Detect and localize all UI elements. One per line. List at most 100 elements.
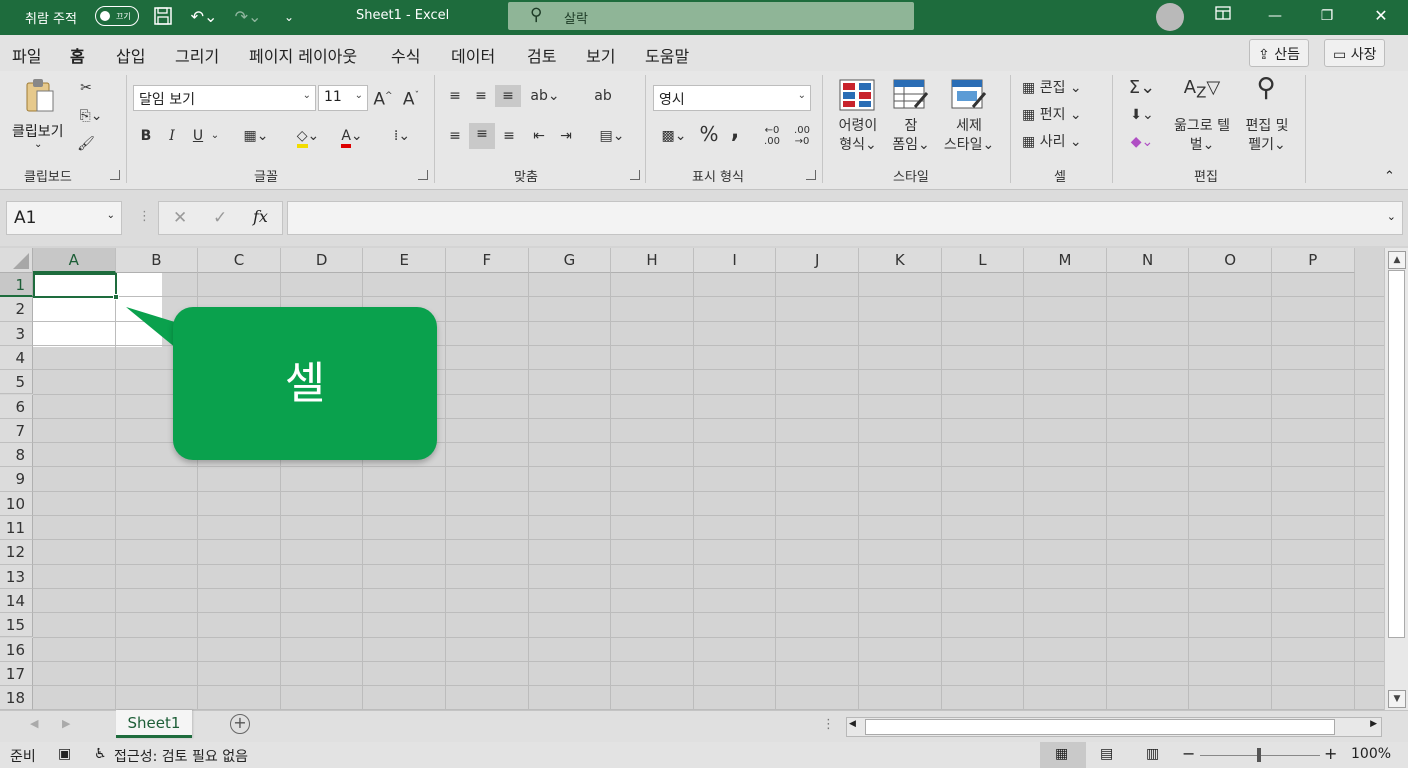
row-header[interactable]: 3 — [0, 321, 33, 346]
normal-view-button[interactable]: ▦ — [1040, 742, 1086, 768]
accessibility-status[interactable]: 접근성: 검토 필요 없음 — [114, 746, 248, 766]
share-button[interactable]: ⇪ 산듬 — [1249, 39, 1309, 67]
tab-file[interactable]: 파일 — [12, 43, 41, 67]
formula-input[interactable]: ⌄ — [287, 201, 1403, 235]
merge-center-icon[interactable]: ▤⌄ — [592, 125, 632, 147]
horizontal-scrollbar[interactable]: ◀ ▶ — [846, 717, 1382, 737]
delete-cells-button[interactable]: ▦ 펀지 ⌄ — [1022, 104, 1098, 126]
zoom-out-icon[interactable]: − — [1182, 744, 1195, 763]
save-icon[interactable] — [152, 6, 174, 28]
row-header[interactable]: 7 — [0, 418, 33, 444]
column-header[interactable]: B — [115, 248, 199, 273]
vertical-scrollbar[interactable]: ▲ ▼ — [1384, 248, 1408, 710]
accessibility-icon[interactable]: ♿ — [94, 746, 107, 762]
alignment-launcher-icon[interactable] — [630, 170, 640, 180]
align-left-icon[interactable]: ≡ — [444, 125, 466, 147]
zoom-in-icon[interactable]: + — [1324, 744, 1337, 763]
sheet-tab[interactable]: Sheet1 — [116, 710, 192, 738]
column-header[interactable]: A — [33, 248, 116, 273]
row-header[interactable]: 16 — [0, 637, 33, 662]
bold-button[interactable]: B — [136, 125, 156, 147]
font-launcher-icon[interactable] — [418, 170, 428, 180]
format-cells-button[interactable]: ▦ 사리 ⌄ — [1022, 131, 1098, 153]
row-header[interactable]: 1 — [0, 273, 33, 298]
clear-icon[interactable]: ◆⌄ — [1124, 131, 1160, 153]
cancel-icon[interactable]: ✕ — [173, 208, 187, 228]
row-header[interactable]: 2 — [0, 297, 33, 322]
zoom-level[interactable]: 100% — [1351, 746, 1391, 762]
column-header[interactable]: H — [611, 248, 694, 273]
align-bottom-icon[interactable]: ≡ — [495, 85, 521, 107]
column-header[interactable]: D — [280, 248, 364, 273]
fill-handle[interactable] — [113, 294, 119, 300]
row-header[interactable]: 11 — [0, 516, 33, 541]
column-header[interactable]: L — [941, 248, 1025, 273]
active-cell[interactable] — [33, 273, 117, 298]
redo-icon[interactable]: ↷⌄ — [230, 6, 266, 28]
align-center-icon[interactable]: ≡ — [469, 123, 495, 149]
column-header[interactable]: N — [1106, 248, 1190, 273]
column-header[interactable]: O — [1189, 248, 1272, 273]
macro-record-icon[interactable]: ▣ — [58, 746, 71, 762]
page-layout-view-icon[interactable]: ▤ — [1100, 746, 1113, 762]
column-header[interactable]: F — [446, 248, 529, 273]
decrease-decimal-button[interactable]: .00 →0 — [788, 125, 816, 147]
column-header[interactable]: G — [528, 248, 612, 273]
customize-toolbar-icon[interactable]: ⌄ — [278, 6, 300, 28]
percent-style-button[interactable]: % — [698, 123, 720, 145]
increase-indent-icon[interactable]: ⇥ — [555, 125, 577, 147]
insert-cells-button[interactable]: ▦ 콘집 ⌄ — [1022, 77, 1098, 99]
row-header[interactable]: 9 — [0, 467, 33, 492]
expand-formula-bar-icon[interactable]: ⌄ — [1387, 210, 1396, 223]
comma-style-button[interactable]: , — [726, 121, 744, 143]
conditional-formatting-button[interactable]: 어령이 형식⌄ — [834, 117, 882, 155]
number-launcher-icon[interactable] — [806, 170, 816, 180]
column-header[interactable]: I — [693, 248, 777, 273]
scroll-right-icon[interactable]: ▶ — [1370, 719, 1377, 729]
tab-data[interactable]: 데이터 — [451, 43, 495, 67]
font-size-combo[interactable]: 11 ⌄ — [318, 85, 368, 111]
align-right-icon[interactable]: ≡ — [498, 125, 520, 147]
underline-button[interactable]: U — [188, 125, 208, 147]
collapse-ribbon-icon[interactable]: ⌃ — [1384, 169, 1395, 184]
borders-icon[interactable]: ▦⌄ — [236, 125, 276, 147]
column-header[interactable]: K — [859, 248, 942, 273]
format-as-table-button[interactable]: 잠 폼임⌄ — [886, 117, 936, 155]
enter-icon[interactable]: ✓ — [213, 208, 227, 228]
clipboard-launcher-icon[interactable] — [110, 170, 120, 180]
decrease-indent-icon[interactable]: ⇤ — [528, 125, 550, 147]
cell-styles-button[interactable]: 세제 스타일⌄ — [940, 117, 998, 155]
cut-icon[interactable]: ✂ — [76, 77, 96, 99]
tab-draw[interactable]: 그리기 — [175, 43, 219, 67]
row-header[interactable]: 15 — [0, 613, 33, 638]
tab-insert[interactable]: 삽입 — [116, 43, 145, 67]
scroll-down-icon[interactable]: ▼ — [1388, 690, 1406, 708]
fill-icon[interactable]: ⬇⌄ — [1124, 104, 1160, 126]
row-header[interactable]: 13 — [0, 564, 33, 589]
add-sheet-icon[interactable]: + — [230, 714, 250, 734]
increase-decimal-button[interactable]: ←0 .00 — [758, 125, 786, 147]
orientation-icon[interactable]: ab⌄ — [527, 85, 563, 107]
tab-page-layout[interactable]: 페이지 레이아웃 — [249, 43, 357, 67]
column-header[interactable]: M — [1024, 248, 1107, 273]
vertical-scroll-thumb[interactable] — [1388, 270, 1405, 638]
phonetic-icon[interactable]: ⁞⌄ — [384, 125, 420, 147]
scroll-left-icon[interactable]: ◀ — [849, 719, 856, 729]
paste-dropdown-icon[interactable]: ⌄ — [34, 139, 42, 150]
format-painter-icon[interactable]: 🖌 — [76, 133, 96, 155]
italic-button[interactable]: I — [162, 125, 182, 147]
accounting-format-icon[interactable]: ▩⌄ — [655, 125, 693, 147]
comments-button[interactable]: ▭ 사장 — [1324, 39, 1386, 67]
grow-font-button[interactable]: A^ — [372, 85, 394, 111]
row-header[interactable]: 18 — [0, 686, 33, 710]
paste-button[interactable] — [10, 77, 70, 122]
fill-color-icon[interactable]: ◇⌄ — [288, 125, 328, 148]
scroll-tabs-right-icon[interactable]: ▶ — [62, 717, 70, 730]
row-header[interactable]: 5 — [0, 370, 33, 395]
underline-dropdown-icon[interactable]: ⌄ — [208, 125, 222, 147]
insert-function-icon[interactable]: fx — [253, 207, 268, 226]
user-avatar[interactable] — [1156, 3, 1184, 31]
restore-icon[interactable]: ❐ — [1312, 4, 1342, 28]
number-format-combo[interactable]: 영시 ⌄ — [653, 85, 811, 111]
align-top-icon[interactable]: ≡ — [444, 85, 466, 107]
